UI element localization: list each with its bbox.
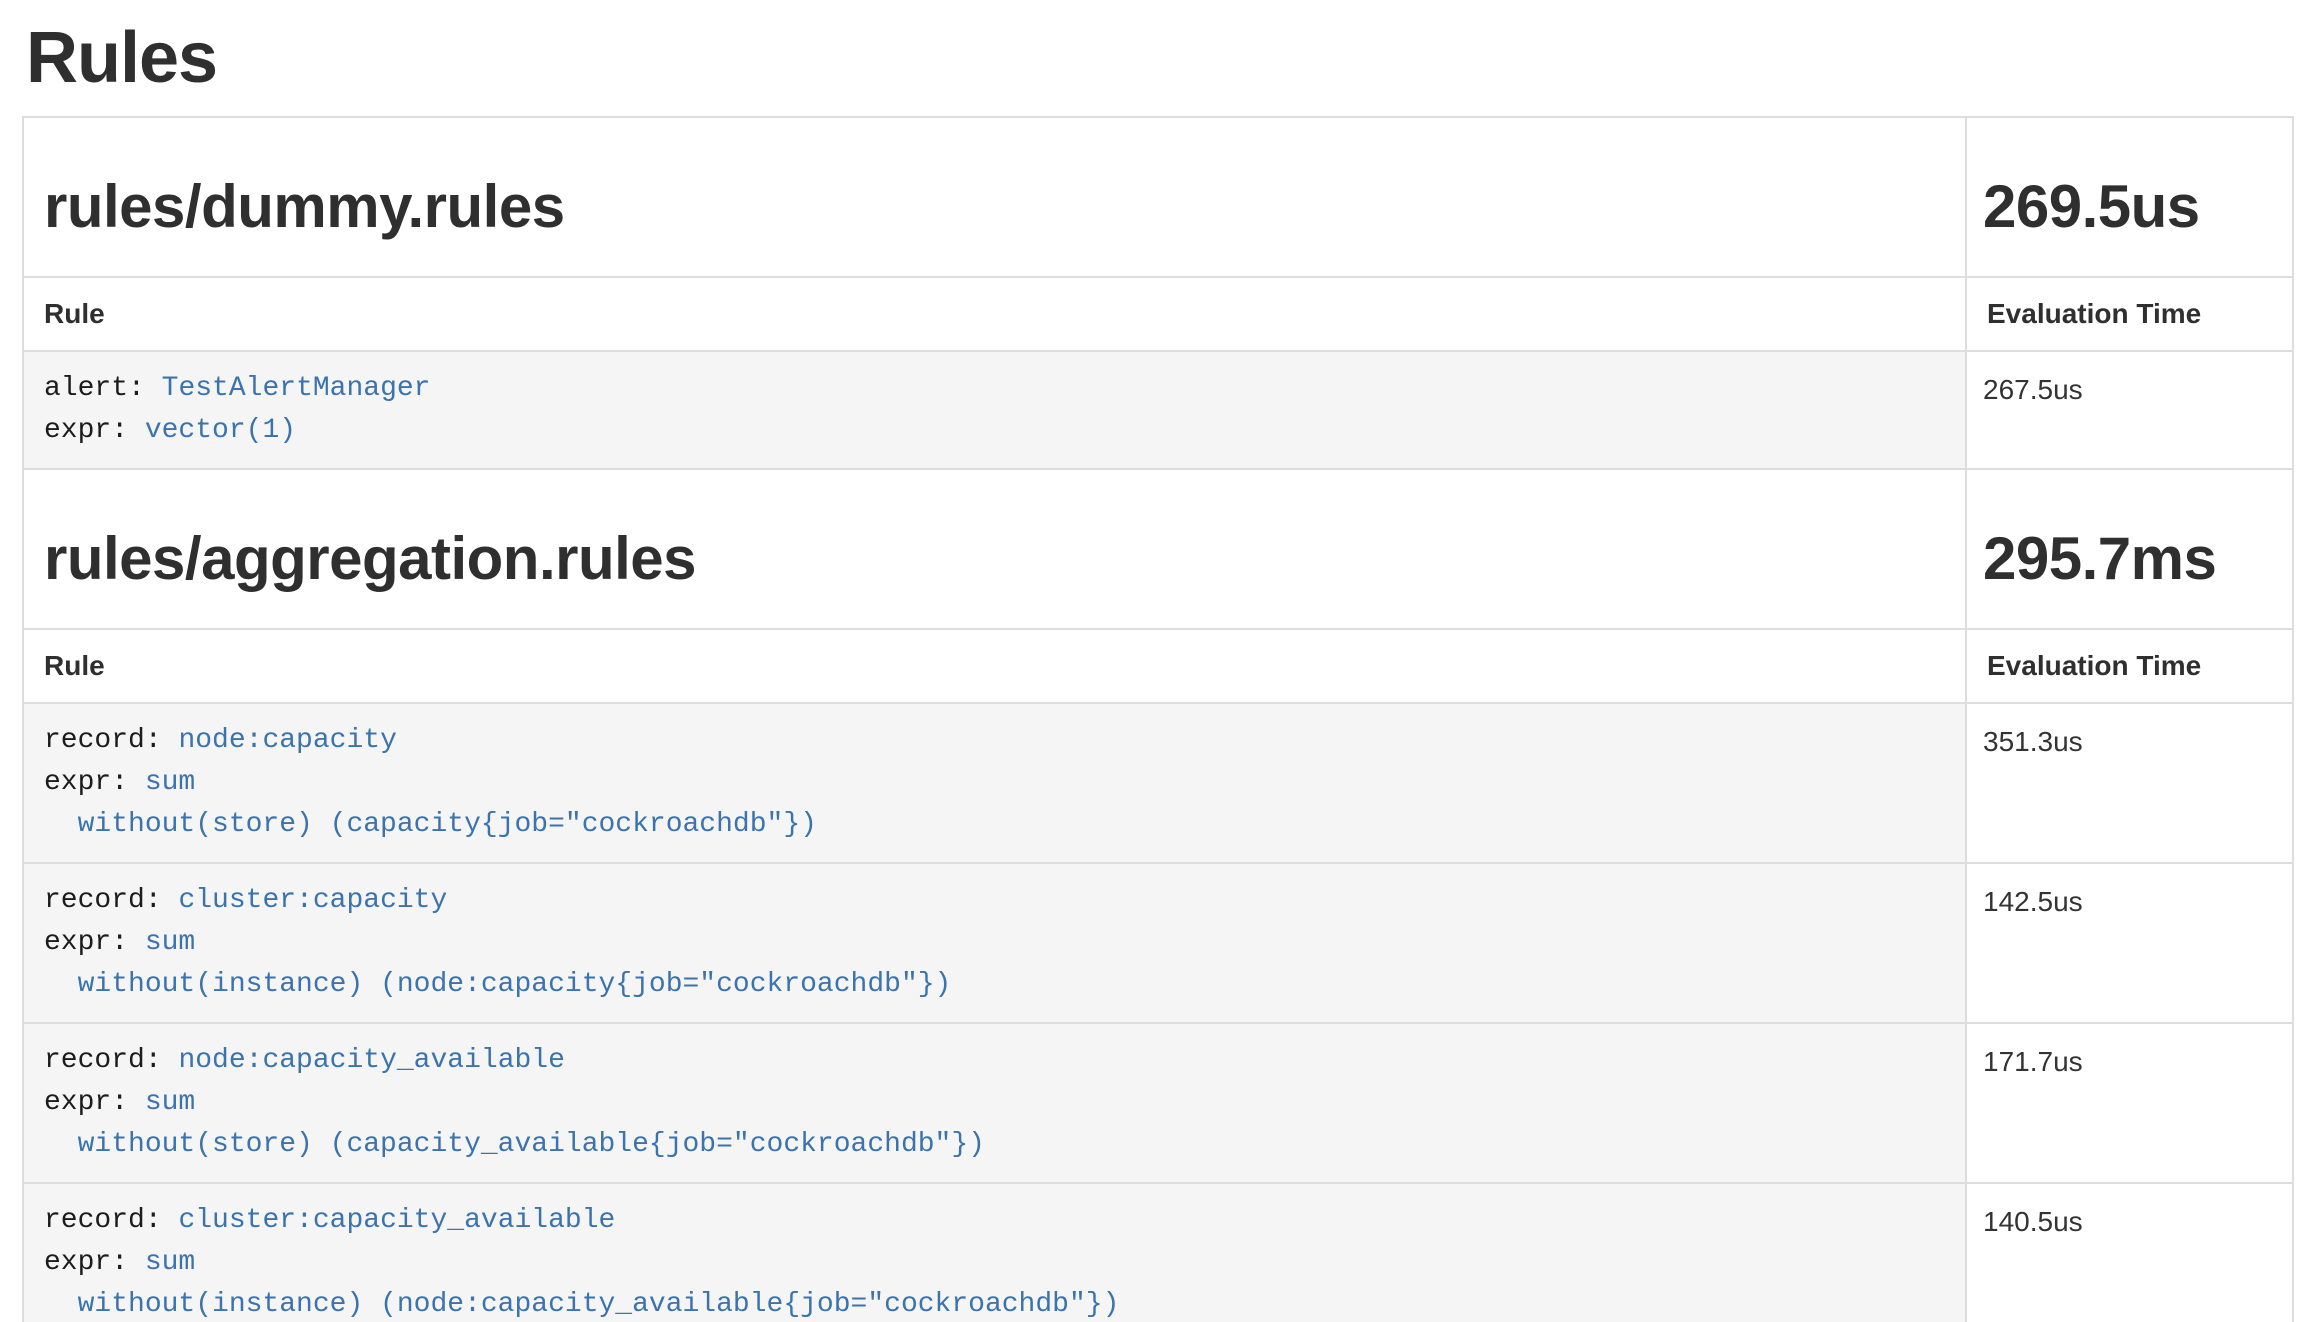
rule-definition-cell: record: cluster:capacity expr: sum witho…	[23, 863, 1966, 1023]
rule-keyword: record:	[44, 1205, 162, 1236]
expr-keyword: expr:	[44, 1247, 128, 1278]
group-header-row: rules/aggregation.rules 295.7ms	[23, 469, 2293, 629]
rule-name-link[interactable]: TestAlertManager	[162, 373, 431, 404]
expr-keyword: expr:	[44, 927, 128, 958]
rule-definition-cell: record: cluster:capacity_available expr:…	[23, 1183, 1966, 1322]
rule-definition: record: node:capacity expr: sum without(…	[44, 720, 1945, 846]
rule-name-link[interactable]: cluster:capacity_available	[178, 1205, 615, 1236]
rule-definition-cell: record: node:capacity_available expr: su…	[23, 1023, 1966, 1183]
rule-keyword: record:	[44, 1045, 162, 1076]
rule-keyword: record:	[44, 885, 162, 916]
rule-name-link[interactable]: node:capacity_available	[178, 1045, 564, 1076]
rule-expr-link[interactable]: vector(1)	[145, 415, 296, 446]
rule-keyword: record:	[44, 725, 162, 756]
rule-definition: record: node:capacity_available expr: su…	[44, 1040, 1945, 1166]
rule-group-eval-time: 295.7ms	[1983, 526, 2276, 592]
rule-row: record: node:capacity_available expr: su…	[23, 1023, 2293, 1183]
rule-eval-time: 267.5us	[1966, 351, 2293, 469]
rule-group-eval-time-cell: 269.5us	[1966, 117, 2293, 277]
rules-page: Rules rules/dummy.rules 269.5us Rule Eva…	[0, 0, 2316, 1322]
expr-keyword: expr:	[44, 767, 128, 798]
rule-group-file: rules/dummy.rules	[44, 174, 1945, 240]
expr-keyword: expr:	[44, 415, 128, 446]
expr-keyword: expr:	[44, 1087, 128, 1118]
rule-column-header: Rule	[23, 629, 1966, 703]
rule-group-eval-time-cell: 295.7ms	[1966, 469, 2293, 629]
rule-group-eval-time: 269.5us	[1983, 174, 2276, 240]
rule-name-link[interactable]: node:capacity	[178, 725, 396, 756]
page-title: Rules	[26, 18, 2292, 98]
rules-table: rules/dummy.rules 269.5us Rule Evaluatio…	[22, 116, 2294, 1322]
rule-definition: record: cluster:capacity_available expr:…	[44, 1200, 1945, 1322]
rule-eval-time: 171.7us	[1966, 1023, 2293, 1183]
rule-group-file-cell: rules/aggregation.rules	[23, 469, 1966, 629]
rule-definition-cell: alert: TestAlertManager expr: vector(1)	[23, 351, 1966, 469]
rule-group-file: rules/aggregation.rules	[44, 526, 1945, 592]
rule-group-file-cell: rules/dummy.rules	[23, 117, 1966, 277]
rule-column-header: Rule	[23, 277, 1966, 351]
rule-eval-time: 140.5us	[1966, 1183, 2293, 1322]
rule-row: record: node:capacity expr: sum without(…	[23, 703, 2293, 863]
rule-expr-link[interactable]: sum without(instance) (node:capacity_ava…	[44, 1247, 1119, 1320]
rule-eval-time: 351.3us	[1966, 703, 2293, 863]
rule-row: alert: TestAlertManager expr: vector(1) …	[23, 351, 2293, 469]
rule-eval-time: 142.5us	[1966, 863, 2293, 1023]
group-header-row: rules/dummy.rules 269.5us	[23, 117, 2293, 277]
rule-name-link[interactable]: cluster:capacity	[178, 885, 447, 916]
rule-row: record: cluster:capacity expr: sum witho…	[23, 863, 2293, 1023]
rule-expr-link[interactable]: sum without(store) (capacity_available{j…	[44, 1087, 985, 1160]
rule-definition-cell: record: node:capacity expr: sum without(…	[23, 703, 1966, 863]
rule-expr-link[interactable]: sum without(store) (capacity{job="cockro…	[44, 767, 817, 840]
rule-row: record: cluster:capacity_available expr:…	[23, 1183, 2293, 1322]
column-header-row: Rule Evaluation Time	[23, 629, 2293, 703]
rule-keyword: alert:	[44, 373, 145, 404]
rule-definition: alert: TestAlertManager expr: vector(1)	[44, 368, 1945, 452]
rule-expr-link[interactable]: sum without(instance) (node:capacity{job…	[44, 927, 951, 1000]
evaluation-time-column-header: Evaluation Time	[1966, 629, 2293, 703]
rule-definition: record: cluster:capacity expr: sum witho…	[44, 880, 1945, 1006]
column-header-row: Rule Evaluation Time	[23, 277, 2293, 351]
evaluation-time-column-header: Evaluation Time	[1966, 277, 2293, 351]
